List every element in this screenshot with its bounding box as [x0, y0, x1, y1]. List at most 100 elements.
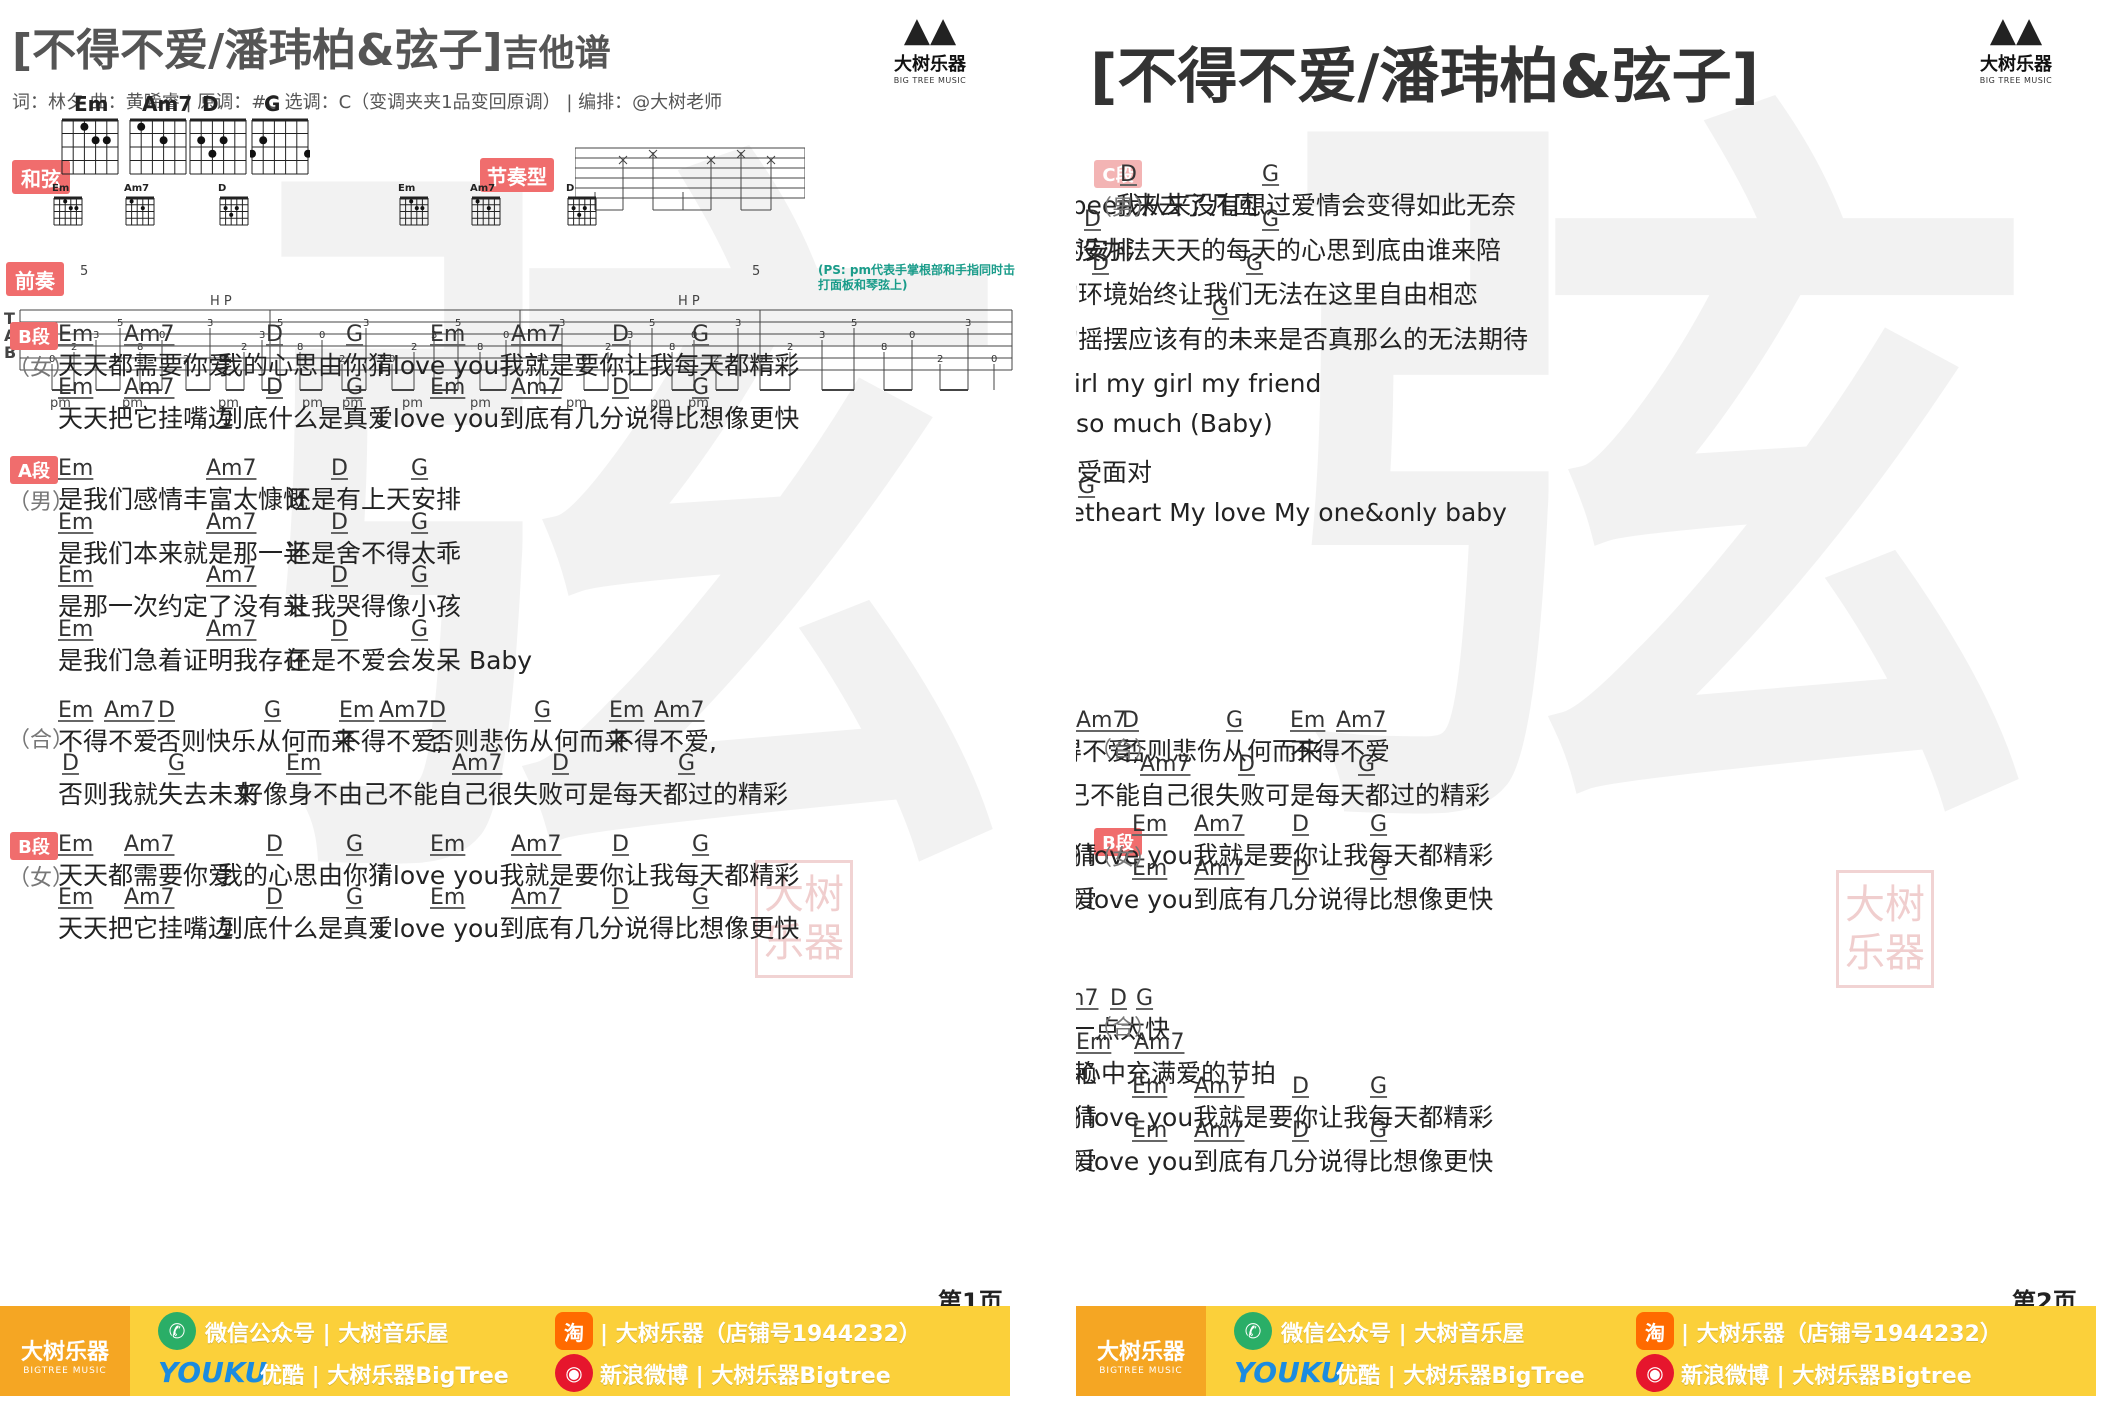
chord-symbol: Am7	[1336, 708, 1387, 733]
svg-text:5: 5	[117, 318, 123, 329]
svg-text:3: 3	[735, 318, 741, 329]
svg-text:2: 2	[937, 354, 943, 365]
wechat-icon: ✆	[158, 1312, 196, 1350]
chord-symbol: Em	[1290, 708, 1326, 733]
fret-marker: 5	[752, 264, 761, 279]
chord-symbol: G	[1262, 162, 1280, 187]
svg-text:3: 3	[259, 330, 265, 341]
chord-symbol: Em	[609, 698, 645, 723]
svg-text:0: 0	[991, 354, 997, 365]
chord-symbol: Am7	[124, 885, 175, 910]
chord-symbol: G	[1370, 1074, 1388, 1099]
taobao-icon: 淘	[555, 1312, 593, 1350]
svg-text:5: 5	[649, 318, 655, 329]
chord-name: Am7	[124, 183, 150, 194]
youku-text: 优酷 | 大树乐器BigTree	[1336, 1364, 1585, 1389]
chord-symbol: D	[1292, 1118, 1309, 1143]
chord-symbol: D	[1292, 1074, 1309, 1099]
chord-symbol: G	[1370, 1118, 1388, 1143]
svg-text:3: 3	[207, 318, 213, 329]
chord-symbol: D	[266, 375, 283, 400]
taobao-text: | 大树乐器（店铺号1944232）	[1681, 1322, 2002, 1347]
svg-text:3: 3	[819, 330, 825, 341]
chord-symbol: Am7	[511, 375, 562, 400]
chord-symbol: Em	[58, 456, 94, 481]
chord-symbol: Em	[58, 322, 94, 347]
intro-tag: 前奏	[6, 262, 64, 296]
chord-symbol: D	[612, 832, 629, 857]
page-title: [不得不爱/潘玮柏&弦子]	[1090, 42, 1760, 112]
chord-symbol: G	[1078, 473, 1096, 499]
chord-diagram	[567, 196, 597, 226]
lyric-text: 我从来没有想过爱情会变得如此无奈	[1116, 191, 1517, 220]
chord-symbol: Am7	[206, 509, 257, 535]
chord-symbol: G	[1370, 856, 1388, 881]
chord-symbol: D	[266, 885, 283, 910]
chord-diagram	[219, 196, 249, 226]
lyric-text: 好像身不由己不能自己很失败可是每天都过的精彩	[238, 780, 789, 809]
chord-symbol: Em	[1132, 1074, 1168, 1099]
chord-symbol: Am7	[511, 322, 562, 347]
weibo-icon: ◉	[555, 1354, 593, 1392]
lyric-text: 否则我就失去未来	[58, 780, 259, 809]
voice-part-label: （女）	[1090, 846, 1157, 871]
chord-symbol: Am7	[1076, 986, 1099, 1011]
chord-symbol: Em	[430, 832, 466, 857]
chord-diagram	[125, 196, 155, 226]
brand-logo: ▲▲ 大树乐器 BIG TREE MUSIC	[1956, 10, 2076, 85]
chord-symbol: D	[1120, 162, 1137, 187]
svg-text:0: 0	[503, 330, 509, 341]
lyric-text: 还是有上天安排	[286, 485, 462, 514]
chord-diagram	[189, 118, 247, 175]
song-credits: 词：林夕 曲：黄晞睿 | 原调：#C 选调：C（变调夹夹1品变回原调） | 编排…	[12, 92, 723, 113]
lyric-text: 天天把它挂嘴边	[58, 404, 234, 433]
chord-symbol: Am7	[206, 456, 257, 481]
chord-symbol: G	[346, 322, 364, 347]
chord-symbol: G	[346, 885, 364, 910]
svg-text:8: 8	[881, 342, 887, 353]
chord-symbol: G	[534, 698, 552, 723]
title-suffix: 吉他谱	[502, 33, 611, 74]
youku-logo: YOUKU	[158, 1356, 268, 1389]
chord-name: Em	[52, 183, 70, 194]
page-title: [不得不爱/潘玮柏&弦子]吉他谱	[12, 25, 611, 76]
lyric-text: 还是舍不得太乖	[286, 538, 462, 568]
chord-diagram	[53, 196, 83, 226]
chord-symbol: G	[411, 509, 429, 535]
chord-diagram	[250, 118, 310, 175]
section-tag: B段	[10, 832, 58, 860]
lyric-text: 是那一次约定了没有来	[58, 592, 309, 621]
chord-symbol: Em	[430, 375, 466, 400]
lyric-text: 天天把它挂嘴边	[58, 914, 234, 943]
chord-symbol: G	[411, 456, 429, 481]
chord-symbol: G	[168, 751, 186, 776]
chord-diagram	[471, 196, 501, 226]
svg-text:5: 5	[851, 318, 857, 329]
lyric-text: i love you到底有几分说得比想像更快	[378, 914, 800, 943]
chord-symbol: D	[331, 616, 348, 642]
chord-symbol: G	[1136, 986, 1154, 1011]
chord-symbol: D	[612, 322, 629, 347]
chord-symbol: D	[552, 751, 569, 776]
chord-symbol: Em	[58, 616, 94, 642]
chord-symbol: D	[331, 563, 348, 588]
chord-symbol: Am7	[511, 885, 562, 910]
weibo-icon: ◉	[1636, 1354, 1674, 1392]
chord-symbol: Em	[58, 698, 94, 723]
lyric-text: 是我们急着证明我存在	[58, 645, 309, 675]
brand-logo: ▲▲ 大树乐器 BIG TREE MUSIC	[870, 10, 990, 85]
chord-symbol: D	[1292, 812, 1309, 837]
chord-symbol: G	[1358, 752, 1376, 777]
chord-symbol: D	[612, 885, 629, 910]
lyric-text: 没办法天天的每天的心思到底由谁来陪	[1076, 235, 1502, 265]
chord-name: D	[202, 92, 219, 116]
lyric-text: 还是不爱会发呆 Baby	[286, 645, 533, 675]
youku-text: 优酷 | 大树乐器BigTree	[260, 1364, 509, 1389]
chord-symbol: Em	[1132, 812, 1168, 837]
lyric-text: 到底什么是真爱	[218, 404, 394, 433]
lyric-text: 不得不爱,	[336, 727, 444, 756]
chord-symbol: G	[1212, 295, 1230, 321]
lyric-text: 心中充满爱的节拍	[1076, 1059, 1277, 1088]
chord-symbol: D	[1122, 708, 1139, 733]
chord-symbol: Am7	[104, 698, 155, 723]
